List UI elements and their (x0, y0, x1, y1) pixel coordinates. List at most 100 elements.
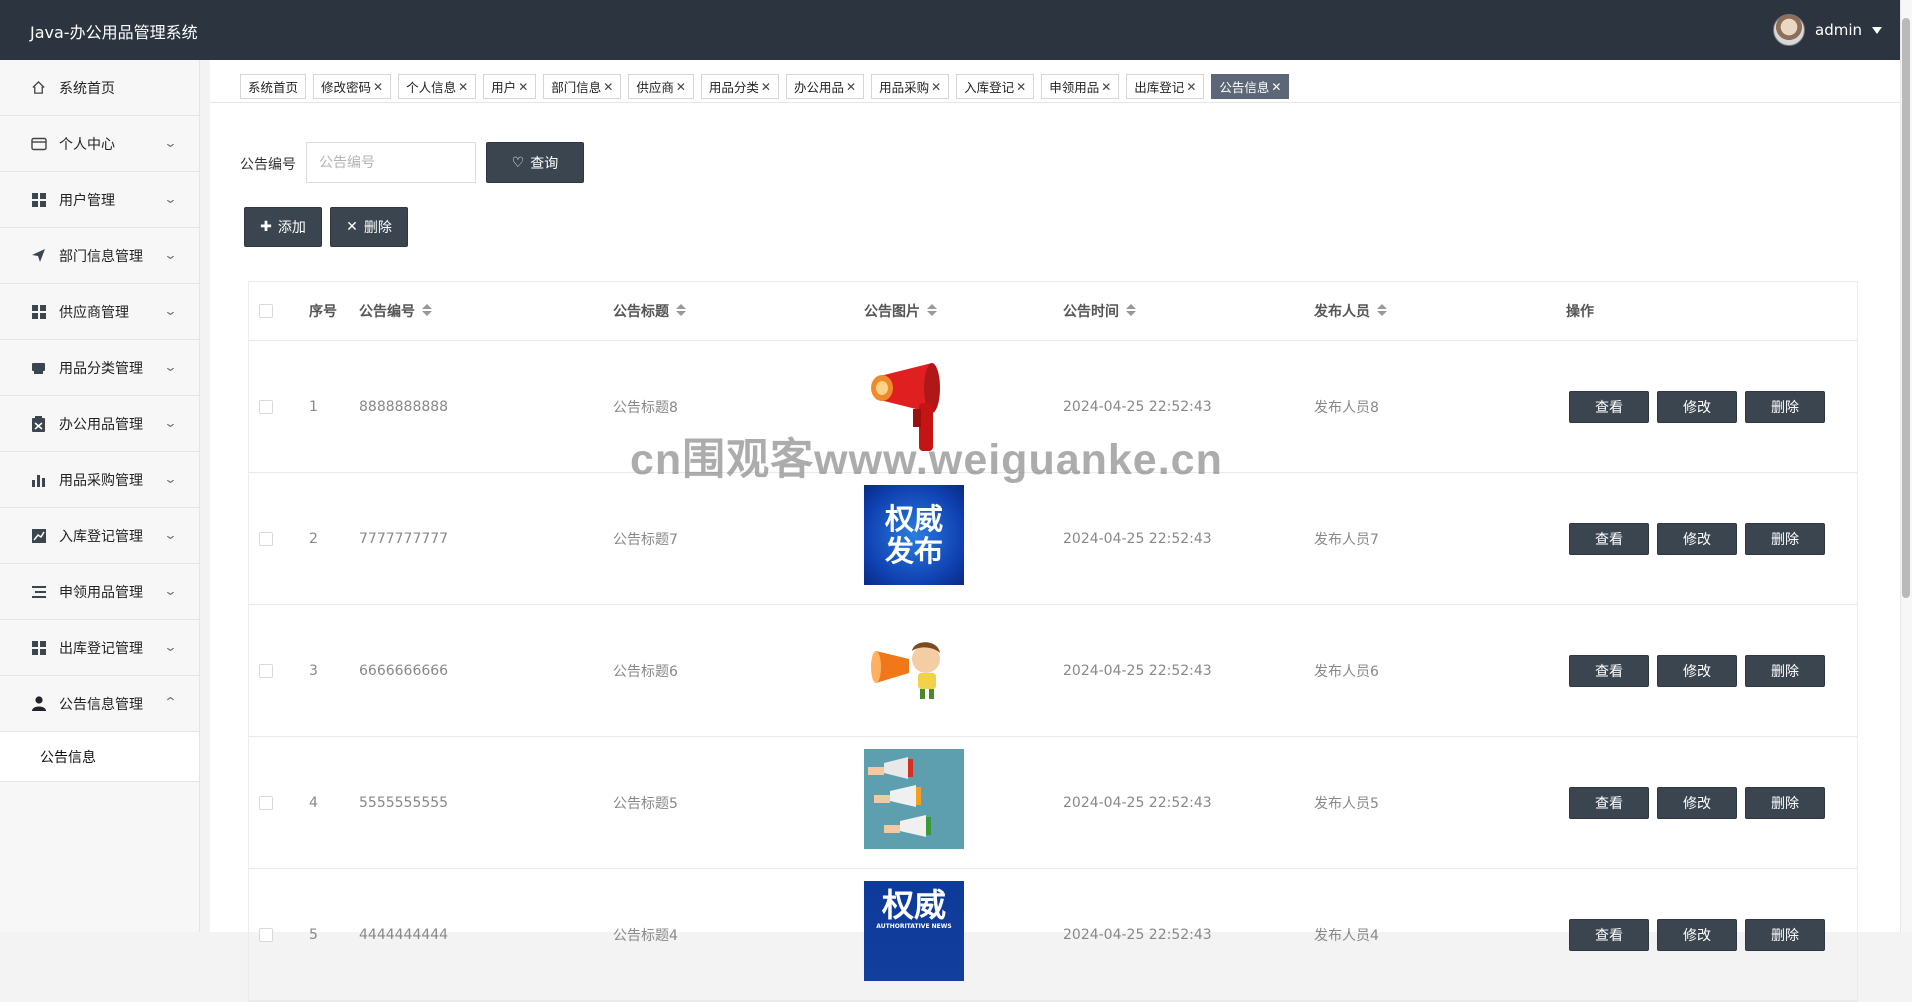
sidebar-item-label: 用品采购管理 (59, 472, 143, 489)
tab-label: 出库登记 (1134, 80, 1185, 95)
tab-label: 个人信息 (406, 80, 457, 95)
row-delete-button[interactable]: 删除 (1745, 522, 1825, 555)
row-checkbox[interactable] (259, 531, 273, 546)
row-title: 公告标题7 (613, 531, 678, 548)
tab-label: 供应商 (636, 80, 674, 95)
user-menu[interactable]: admin (1773, 14, 1882, 46)
row-delete-button[interactable]: 删除 (1745, 390, 1825, 423)
tab-announcement[interactable]: 公告信息 ✕ (1211, 74, 1290, 99)
boy-megaphone-image[interactable] (864, 621, 964, 721)
edit-button[interactable]: 修改 (1657, 918, 1737, 951)
sidebar: 系统首页 个人中心 ⌄ 用户管理 ⌄ 部门信息管理 ⌄ 供应商管理 ⌄ 用品分类… (0, 60, 200, 932)
row-delete-button[interactable]: 删除 (1745, 786, 1825, 819)
close-icon[interactable]: ✕ (1271, 80, 1281, 94)
tab-home[interactable]: 系统首页 (240, 74, 307, 99)
authority-release-image[interactable]: 权威 发布 (864, 485, 964, 585)
header-image[interactable]: 公告图片 (864, 301, 937, 321)
view-button[interactable]: 查看 (1569, 654, 1649, 687)
row-delete-button[interactable]: 删除 (1745, 918, 1825, 951)
tab-outbound[interactable]: 出库登记 ✕ (1126, 74, 1205, 99)
close-icon[interactable]: ✕ (1101, 80, 1111, 94)
view-button[interactable]: 查看 (1569, 522, 1649, 555)
close-icon[interactable]: ✕ (846, 80, 856, 94)
view-button[interactable]: 查看 (1569, 918, 1649, 951)
search-input[interactable] (306, 142, 476, 183)
sidebar-item-purchase[interactable]: 用品采购管理 ⌄ (0, 452, 199, 508)
row-time: 2024-04-25 22:52:43 (1063, 926, 1212, 943)
edit-button[interactable]: 修改 (1657, 786, 1737, 819)
sidebar-item-announcement[interactable]: 公告信息管理 ⌄ (0, 676, 199, 732)
hands-megaphones-image[interactable] (864, 749, 964, 849)
sort-icon[interactable] (1124, 304, 1136, 318)
tab-purchase[interactable]: 用品采购 ✕ (871, 74, 950, 99)
sidebar-item-user-management[interactable]: 用户管理 ⌄ (0, 172, 199, 228)
tab-personal-info[interactable]: 个人信息 ✕ (398, 74, 477, 99)
sidebar-item-inbound[interactable]: 入库登记管理 ⌄ (0, 508, 199, 564)
sidebar-item-personal-center[interactable]: 个人中心 ⌄ (0, 116, 199, 172)
header-code[interactable]: 公告编号 (359, 301, 432, 321)
line-chart-icon (30, 527, 47, 544)
select-all-checkbox[interactable] (259, 304, 273, 318)
send-icon (30, 247, 47, 264)
row-checkbox[interactable] (259, 399, 273, 414)
sort-icon[interactable] (420, 304, 432, 318)
header-publisher-label: 发布人员 (1314, 304, 1370, 320)
row-delete-button[interactable]: 删除 (1745, 654, 1825, 687)
list-icon (30, 583, 47, 600)
row-checkbox[interactable] (259, 663, 273, 678)
row-title: 公告标题6 (613, 663, 678, 680)
sidebar-item-category[interactable]: 用品分类管理 ⌄ (0, 340, 199, 396)
username[interactable]: admin (1815, 21, 1862, 39)
table-row: 3 6666666666 公告标题6 2024-04-25 22:52:43 发… (249, 605, 1857, 737)
tab-office-supplies[interactable]: 办公用品 ✕ (785, 74, 865, 99)
sort-icon[interactable] (674, 304, 686, 318)
sidebar-item-office-supplies[interactable]: 办公用品管理 ⌄ (0, 396, 199, 452)
tab-user[interactable]: 用户 ✕ (483, 74, 537, 99)
sidebar-subitem-announcement-info[interactable]: 公告信息 (0, 732, 199, 782)
header-publisher[interactable]: 发布人员 (1314, 301, 1387, 321)
megaphone-red-image[interactable] (864, 355, 964, 455)
close-icon[interactable]: ✕ (761, 80, 771, 94)
add-button[interactable]: ✚ 添加 (244, 207, 322, 247)
chevron-down-icon: ⌄ (163, 416, 178, 431)
scrollbar-thumb[interactable] (1902, 18, 1910, 598)
tab-label: 修改密码 (321, 80, 372, 95)
delete-button[interactable]: ✕ 删除 (330, 207, 408, 247)
close-icon[interactable]: ✕ (1016, 80, 1026, 94)
close-icon[interactable]: ✕ (931, 80, 941, 94)
tab-department[interactable]: 部门信息 ✕ (543, 74, 622, 99)
edit-button[interactable]: 修改 (1657, 390, 1737, 423)
header-time[interactable]: 公告时间 (1063, 301, 1136, 321)
scrollbar[interactable] (1900, 0, 1912, 932)
edit-button[interactable]: 修改 (1657, 654, 1737, 687)
row-checkbox[interactable] (259, 927, 273, 942)
header-title[interactable]: 公告标题 (613, 301, 686, 321)
row-checkbox[interactable] (259, 795, 273, 810)
sidebar-item-outbound[interactable]: 出库登记管理 ⌄ (0, 620, 199, 676)
close-icon[interactable]: ✕ (373, 80, 383, 94)
close-icon[interactable]: ✕ (458, 80, 468, 94)
sidebar-item-supplier[interactable]: 供应商管理 ⌄ (0, 284, 199, 340)
view-button[interactable]: 查看 (1569, 786, 1649, 819)
chevron-down-icon[interactable] (1872, 26, 1882, 34)
sort-icon[interactable] (1375, 304, 1387, 318)
tab-category[interactable]: 用品分类 ✕ (700, 74, 779, 99)
query-button[interactable]: ♡ 查询 (486, 142, 584, 183)
edit-button[interactable]: 修改 (1657, 522, 1737, 555)
tab-inbound[interactable]: 入库登记 ✕ (956, 74, 1035, 99)
tab-supplier[interactable]: 供应商 ✕ (628, 74, 694, 99)
close-icon[interactable]: ✕ (676, 80, 686, 94)
close-icon[interactable]: ✕ (1186, 80, 1196, 94)
sidebar-item-department[interactable]: 部门信息管理 ⌄ (0, 228, 199, 284)
sidebar-item-label: 供应商管理 (59, 304, 129, 321)
close-icon[interactable]: ✕ (603, 80, 613, 94)
view-button[interactable]: 查看 (1569, 390, 1649, 423)
tab-requisition[interactable]: 申领用品 ✕ (1041, 74, 1120, 99)
close-icon[interactable]: ✕ (518, 80, 528, 94)
sidebar-item-requisition[interactable]: 申领用品管理 ⌄ (0, 564, 199, 620)
sort-icon[interactable] (925, 304, 937, 318)
avatar[interactable] (1773, 14, 1805, 46)
tab-change-password[interactable]: 修改密码 ✕ (313, 74, 392, 99)
authority-news-image[interactable]: 权威 AUTHORITATIVE NEWS (864, 881, 964, 981)
sidebar-item-home[interactable]: 系统首页 (0, 60, 199, 116)
